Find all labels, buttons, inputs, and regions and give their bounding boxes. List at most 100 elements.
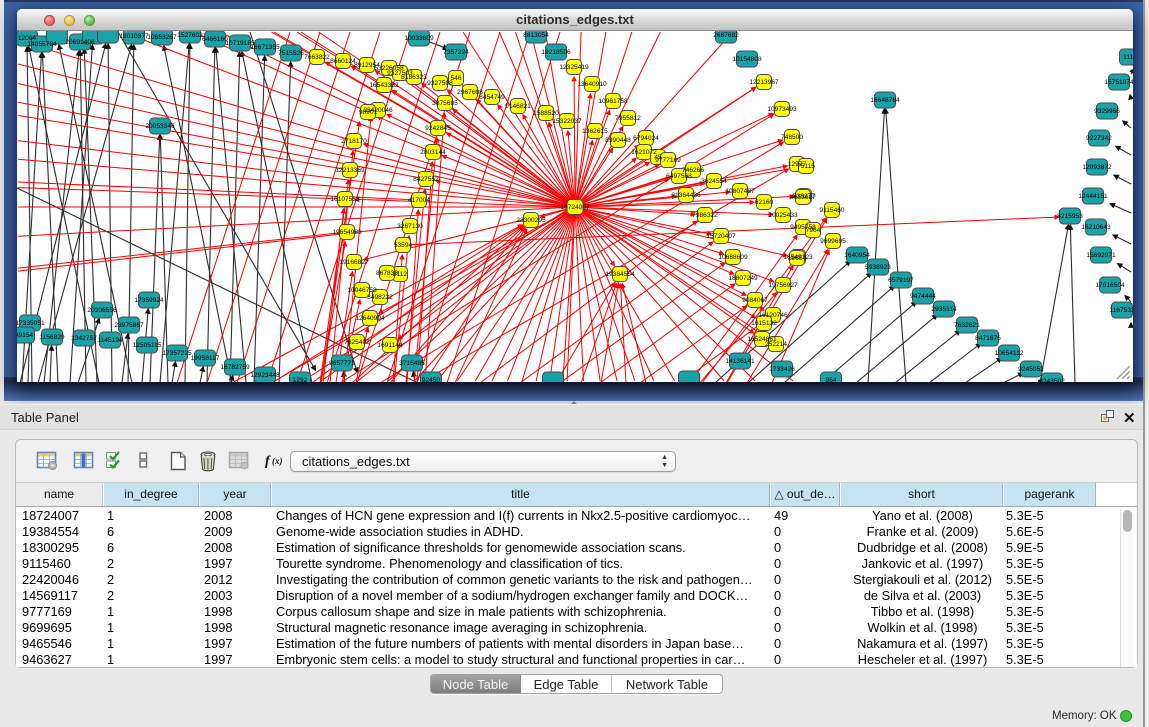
svg-text:10973493: 10973493 xyxy=(767,106,797,113)
svg-text:3716485: 3716485 xyxy=(399,360,425,367)
svg-text:12213369: 12213369 xyxy=(335,167,365,174)
svg-text:10025433: 10025433 xyxy=(768,212,798,219)
svg-text:1145194: 1145194 xyxy=(97,337,123,344)
svg-text:20053346: 20053346 xyxy=(145,123,175,130)
svg-text:20691406: 20691406 xyxy=(65,39,95,46)
svg-text:16107553: 16107553 xyxy=(330,196,360,203)
svg-text:92450: 92450 xyxy=(422,377,441,382)
svg-text:12325419: 12325419 xyxy=(559,64,589,71)
svg-text:7955812: 7955812 xyxy=(615,115,641,122)
svg-text:19958117: 19958117 xyxy=(191,355,220,362)
svg-text:39154: 39154 xyxy=(17,332,33,339)
svg-text:1342757: 1342757 xyxy=(71,335,97,342)
svg-text:2803144: 2803144 xyxy=(420,149,446,156)
svg-text:7625402: 7625402 xyxy=(344,339,370,346)
svg-text:7357224: 7357224 xyxy=(443,49,469,56)
svg-text:10961758: 10961758 xyxy=(598,98,628,105)
svg-text:12213967: 12213967 xyxy=(749,79,779,86)
svg-text:19654: 19654 xyxy=(788,255,807,262)
svg-text:6794024: 6794024 xyxy=(633,135,659,142)
svg-text:7964: 7964 xyxy=(806,227,821,234)
svg-text:5938923: 5938923 xyxy=(865,264,891,271)
svg-text:8427552: 8427552 xyxy=(413,176,439,183)
svg-text:19166827: 19166827 xyxy=(339,259,369,266)
svg-text:12505115: 12505115 xyxy=(133,342,162,349)
svg-text:10046758: 10046758 xyxy=(347,287,377,294)
svg-text:1156829: 1156829 xyxy=(39,334,65,341)
svg-text:9146821: 9146821 xyxy=(505,103,531,110)
svg-text:3498222: 3498222 xyxy=(367,294,393,301)
svg-text:1615132: 1615132 xyxy=(751,320,777,327)
svg-text:10688609: 10688609 xyxy=(718,254,748,261)
svg-text:6497568: 6497568 xyxy=(666,173,692,180)
svg-text:14055724: 14055724 xyxy=(27,41,57,48)
svg-text:9327508: 9327508 xyxy=(427,80,453,87)
svg-text:13640910: 13640910 xyxy=(577,81,607,88)
svg-text:18010377: 18010377 xyxy=(119,33,149,40)
svg-text:10807487: 10807487 xyxy=(725,188,755,195)
svg-text:15322037: 15322037 xyxy=(552,118,582,125)
svg-text:16671355: 16671355 xyxy=(250,44,280,51)
svg-text:9243502: 9243502 xyxy=(1039,378,1065,382)
svg-text:8454749: 8454749 xyxy=(479,94,505,101)
svg-text:8471676: 8471676 xyxy=(975,335,1001,342)
svg-text:748500: 748500 xyxy=(781,134,803,141)
svg-text:252214: 252214 xyxy=(765,341,787,348)
svg-text:9242845: 9242845 xyxy=(425,125,451,132)
svg-text:75115: 75115 xyxy=(797,163,815,170)
svg-text:7986322: 7986322 xyxy=(692,212,718,219)
svg-text:17016504: 17016504 xyxy=(1095,282,1125,289)
svg-text:8660124: 8660124 xyxy=(330,58,356,65)
svg-text:7663822: 7663822 xyxy=(304,54,330,61)
svg-text:1640954: 1640954 xyxy=(844,252,870,259)
svg-text:1733426: 1733426 xyxy=(769,366,795,373)
svg-text:10154808: 10154808 xyxy=(732,56,762,63)
svg-text:f: f xyxy=(265,454,271,469)
svg-text:9227342: 9227342 xyxy=(1086,135,1112,142)
svg-text:1167533: 1167533 xyxy=(1109,307,1133,314)
svg-text:16543382: 16543382 xyxy=(369,82,399,89)
svg-text:16648784: 16648784 xyxy=(870,97,900,104)
svg-text:8990448: 8990448 xyxy=(605,137,631,144)
svg-text:9474444: 9474444 xyxy=(910,293,936,300)
svg-text:1112: 1112 xyxy=(1123,54,1133,61)
svg-text:8813054: 8813054 xyxy=(523,32,549,39)
svg-text:62160: 62160 xyxy=(755,199,774,206)
svg-text:19384554: 19384554 xyxy=(605,271,635,278)
svg-text:16210643: 16210643 xyxy=(1081,224,1111,231)
svg-text:18724007: 18724007 xyxy=(560,204,590,211)
svg-text:8186323: 8186323 xyxy=(401,74,427,81)
svg-text:15751074: 15751074 xyxy=(1104,79,1133,86)
svg-text:2687682: 2687682 xyxy=(713,32,739,39)
svg-text:2935114: 2935114 xyxy=(931,306,957,313)
svg-text:9699695: 9699695 xyxy=(820,238,846,245)
svg-text:7632621: 7632621 xyxy=(954,322,980,329)
svg-text:10033809: 10033809 xyxy=(404,35,434,42)
svg-text:23300295: 23300295 xyxy=(516,217,546,224)
svg-text:546: 546 xyxy=(450,75,461,82)
svg-text:964: 964 xyxy=(825,377,836,382)
svg-text:17335051: 17335051 xyxy=(17,320,45,327)
svg-text:867833: 867833 xyxy=(376,270,398,277)
svg-text:20206556: 20206556 xyxy=(87,307,117,314)
svg-text:746266: 746266 xyxy=(682,167,704,174)
svg-text:7515526: 7515526 xyxy=(278,50,304,57)
svg-text:9115460: 9115460 xyxy=(819,207,845,214)
svg-text:19756927: 19756927 xyxy=(768,282,798,289)
svg-text:8215953: 8215953 xyxy=(1057,213,1083,220)
svg-text:18807249: 18807249 xyxy=(728,275,758,282)
svg-text:3875685: 3875685 xyxy=(432,100,458,107)
svg-text:14136141: 14136141 xyxy=(725,358,755,365)
svg-text:417004: 417004 xyxy=(408,197,430,204)
svg-text:1621072: 1621072 xyxy=(631,149,657,156)
svg-text:3624554: 3624554 xyxy=(701,178,727,185)
svg-text:3267130: 3267130 xyxy=(397,223,423,230)
svg-text:1691144: 1691144 xyxy=(377,342,403,349)
svg-text:1527602: 1527602 xyxy=(177,32,203,39)
svg-text:98901: 98901 xyxy=(359,109,378,116)
svg-text:12923448: 12923448 xyxy=(250,372,280,379)
svg-text:16782759: 16782759 xyxy=(220,364,250,371)
svg-text:6579197: 6579197 xyxy=(888,277,914,284)
svg-text:15720407: 15720407 xyxy=(706,233,736,240)
svg-text:(x): (x) xyxy=(272,456,283,466)
